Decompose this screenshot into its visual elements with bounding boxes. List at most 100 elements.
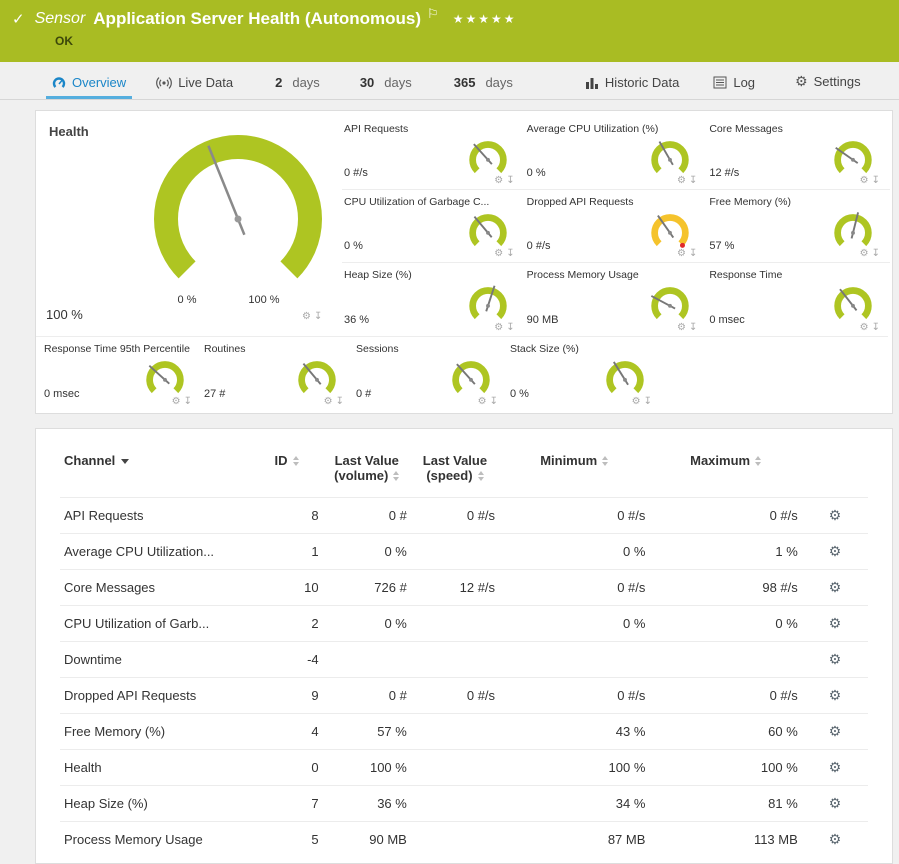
download-icon[interactable]: ↧ <box>689 248 700 259</box>
tab-overview[interactable]: Overview <box>46 75 132 99</box>
gear-icon[interactable]: ⚙ <box>494 322 506 333</box>
channel-name[interactable]: Downtime <box>60 642 250 678</box>
status-badge: OK <box>55 34 899 48</box>
gauge-arc <box>610 364 641 390</box>
column-header-minimum[interactable]: Minimum <box>499 441 649 498</box>
column-header-last-value-volume[interactable]: Last Value (volume) <box>323 441 411 498</box>
tab-30-days[interactable]: 30 days <box>354 75 418 99</box>
channel-settings-icon[interactable]: ⚙ <box>829 651 842 667</box>
column-header-maximum[interactable]: Maximum <box>649 441 801 498</box>
gauge-value: 0 % <box>527 167 546 179</box>
gear-icon[interactable]: ⚙ <box>478 396 490 407</box>
channel-id: 10 <box>250 570 322 606</box>
minimum-value: 43 % <box>499 714 649 750</box>
download-icon[interactable]: ↧ <box>184 396 195 407</box>
tab-2-days-label: days <box>292 75 319 90</box>
channel-settings-icon[interactable]: ⚙ <box>829 795 842 811</box>
column-header-id[interactable]: ID <box>250 441 322 498</box>
channel-gauge <box>463 132 513 180</box>
last-value-volume: 100 % <box>323 750 411 786</box>
gear-icon[interactable]: ⚙ <box>494 175 506 186</box>
gear-icon[interactable]: ⚙ <box>677 175 689 186</box>
channel-name[interactable]: Heap Size (%) <box>60 786 250 822</box>
gear-icon[interactable]: ⚙ <box>677 248 689 259</box>
gear-icon[interactable]: ⚙ <box>494 248 506 259</box>
gauge-value: 0 msec <box>709 314 744 326</box>
tab-live-data[interactable]: Live Data <box>150 75 239 99</box>
last-value-volume <box>323 642 411 678</box>
download-icon[interactable]: ↧ <box>506 175 517 186</box>
download-icon[interactable]: ↧ <box>689 175 700 186</box>
channel-gauge <box>292 352 342 400</box>
download-icon[interactable]: ↧ <box>872 322 883 333</box>
gear-icon[interactable]: ⚙ <box>302 311 314 322</box>
download-icon[interactable]: ↧ <box>872 248 883 259</box>
gauge-arc <box>655 144 686 170</box>
gauge-value: 0 % <box>344 240 363 252</box>
channel-settings-icon[interactable]: ⚙ <box>829 579 842 595</box>
channel-name[interactable]: Health <box>60 750 250 786</box>
tab-log-label: Log <box>733 75 755 90</box>
gauge-actions: ⚙↧ <box>677 248 700 259</box>
tab-30-days-number: 30 <box>360 75 374 90</box>
download-icon[interactable]: ↧ <box>689 322 700 333</box>
gear-icon[interactable]: ⚙ <box>860 248 872 259</box>
download-icon[interactable]: ↧ <box>336 396 347 407</box>
channel-name[interactable]: Average CPU Utilization... <box>60 534 250 570</box>
gear-icon[interactable]: ⚙ <box>324 396 336 407</box>
gauge-value: 36 % <box>344 314 369 326</box>
last-value-volume: 0 % <box>323 534 411 570</box>
tab-historic-data[interactable]: Historic Data <box>579 75 685 99</box>
last-value-speed <box>411 606 499 642</box>
small-gauge-grid: API Requests 0 #/s ⚙↧ Average CPU Utiliz… <box>342 117 890 336</box>
flag-icon[interactable]: ⚐ <box>427 6 439 22</box>
download-icon[interactable]: ↧ <box>872 175 883 186</box>
maximum-value: 0 #/s <box>649 678 801 714</box>
channel-settings-icon[interactable]: ⚙ <box>829 615 842 631</box>
download-icon[interactable]: ↧ <box>644 396 655 407</box>
channel-settings-icon[interactable]: ⚙ <box>829 723 842 739</box>
minimum-value: 0 #/s <box>499 498 649 534</box>
channel-settings-icon[interactable]: ⚙ <box>829 759 842 775</box>
channel-name[interactable]: Free Memory (%) <box>60 714 250 750</box>
column-header-last-value-speed[interactable]: Last Value (speed) <box>411 441 499 498</box>
channel-name[interactable]: Core Messages <box>60 570 250 606</box>
download-icon[interactable]: ↧ <box>490 396 501 407</box>
gauge-actions: ⚙↧ <box>172 396 195 407</box>
priority-stars[interactable]: ★★★★★ <box>453 12 517 26</box>
live-data-icon <box>156 76 172 90</box>
table-row: CPU Utilization of Garb... 2 0 % 0 % 0 %… <box>60 606 868 642</box>
channel-id: 8 <box>250 498 322 534</box>
gear-icon[interactable]: ⚙ <box>677 322 689 333</box>
gear-icon[interactable]: ⚙ <box>860 322 872 333</box>
gear-icon[interactable]: ⚙ <box>632 396 644 407</box>
channel-name[interactable]: Process Memory Usage <box>60 822 250 858</box>
channel-name[interactable]: CPU Utilization of Garb... <box>60 606 250 642</box>
gauge-arc <box>655 217 686 243</box>
gear-icon[interactable]: ⚙ <box>172 396 184 407</box>
last-value-speed <box>411 534 499 570</box>
channel-settings-icon[interactable]: ⚙ <box>829 507 842 523</box>
tab-settings[interactable]: ⚙ Settings <box>789 73 867 99</box>
column-header-channel[interactable]: Channel <box>60 441 250 498</box>
tab-overview-label: Overview <box>72 75 126 90</box>
download-icon[interactable]: ↧ <box>506 248 517 259</box>
tab-log[interactable]: Log <box>707 75 761 99</box>
last-value-volume: 0 # <box>323 498 411 534</box>
tab-2-days[interactable]: 2 days <box>269 75 326 99</box>
tab-settings-label: Settings <box>814 74 861 89</box>
sensor-kind-label: Sensor <box>35 10 86 28</box>
download-icon[interactable]: ↧ <box>314 311 325 322</box>
channel-settings-icon[interactable]: ⚙ <box>829 543 842 559</box>
last-value-speed: 0 #/s <box>411 498 499 534</box>
tab-365-days[interactable]: 365 days <box>448 75 519 99</box>
gauge-actions: ⚙↧ <box>860 248 883 259</box>
channel-settings-icon[interactable]: ⚙ <box>829 687 842 703</box>
table-row: Heap Size (%) 7 36 % 34 % 81 % ⚙ <box>60 786 868 822</box>
gauge-cell: Dropped API Requests 0 #/s ⚙↧ <box>525 190 708 263</box>
download-icon[interactable]: ↧ <box>506 322 517 333</box>
channel-settings-icon[interactable]: ⚙ <box>829 831 842 847</box>
gear-icon[interactable]: ⚙ <box>860 175 872 186</box>
channel-name[interactable]: Dropped API Requests <box>60 678 250 714</box>
channel-name[interactable]: API Requests <box>60 498 250 534</box>
